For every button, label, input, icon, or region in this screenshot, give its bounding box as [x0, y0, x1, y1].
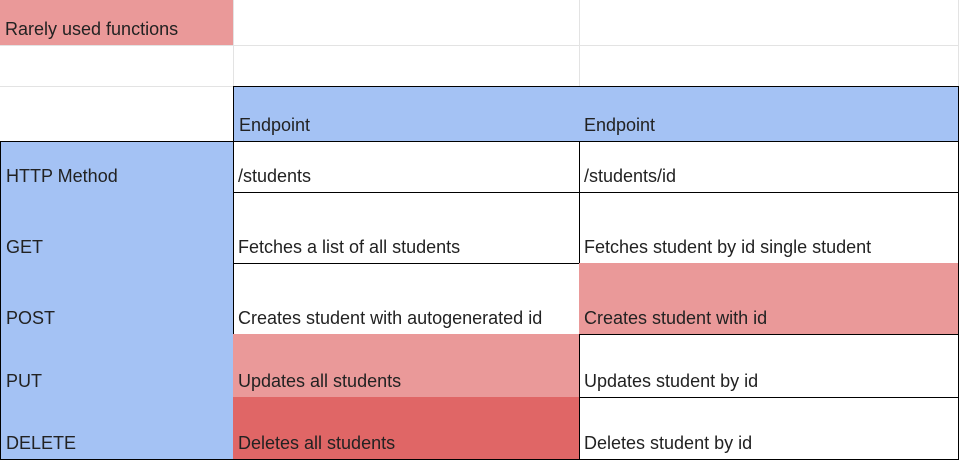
- legend-rarely-used-label: Rarely used functions: [5, 19, 179, 39]
- table-cell[interactable]: Deletes student by id: [579, 397, 959, 460]
- row-label-get[interactable]: GET: [0, 192, 234, 264]
- empty-cell[interactable]: [233, 45, 580, 87]
- table-cell-rarely-used[interactable]: Creates student with id: [579, 263, 959, 335]
- row-label-text: HTTP Method: [6, 166, 118, 186]
- row-label-text: GET: [6, 237, 44, 257]
- empty-cell[interactable]: [579, 45, 959, 87]
- cell-text: Creates student with id: [584, 308, 768, 328]
- header-endpoint-cell-1[interactable]: Endpoint: [233, 86, 580, 142]
- table-cell-rarely-used[interactable]: Updates all students: [233, 334, 580, 398]
- row-label-text: DELETE: [6, 433, 77, 453]
- header-endpoint-label: Endpoint: [584, 115, 656, 135]
- legend-rarely-used-cell[interactable]: Rarely used functions: [0, 0, 234, 46]
- cell-text: Updates all students: [238, 371, 402, 391]
- table-cell[interactable]: Updates student by id: [579, 334, 959, 398]
- row-label-post[interactable]: POST: [0, 263, 234, 335]
- header-corner-cell[interactable]: [0, 86, 234, 142]
- cell-text: Updates student by id: [584, 371, 759, 391]
- empty-cell[interactable]: [233, 0, 580, 46]
- table-cell[interactable]: /students/id: [579, 141, 959, 193]
- empty-cell[interactable]: [0, 45, 234, 87]
- row-label-delete[interactable]: DELETE: [0, 397, 234, 460]
- table-cell[interactable]: Fetches student by id single student: [579, 192, 959, 264]
- cell-text: /students/id: [584, 166, 677, 186]
- cell-text: /students: [238, 166, 312, 186]
- table-cell[interactable]: /students: [233, 141, 580, 193]
- cell-text: Creates student with autogenerated id: [238, 308, 543, 328]
- table-cell-dangerous[interactable]: Deletes all students: [233, 397, 580, 460]
- header-endpoint-label: Endpoint: [239, 115, 311, 135]
- row-label-put[interactable]: PUT: [0, 334, 234, 398]
- table-cell[interactable]: Fetches a list of all students: [233, 192, 580, 264]
- cell-text: Deletes all students: [238, 433, 396, 453]
- row-label-http-method[interactable]: HTTP Method: [0, 141, 234, 193]
- table-cell[interactable]: Creates student with autogenerated id: [233, 263, 580, 335]
- row-label-text: PUT: [6, 371, 42, 391]
- row-label-text: POST: [6, 308, 56, 328]
- cell-text: Fetches student by id single student: [584, 237, 872, 257]
- empty-cell[interactable]: [579, 0, 959, 46]
- cell-text: Fetches a list of all students: [238, 237, 461, 257]
- cell-text: Deletes student by id: [584, 433, 753, 453]
- header-endpoint-cell-2[interactable]: Endpoint: [579, 86, 959, 142]
